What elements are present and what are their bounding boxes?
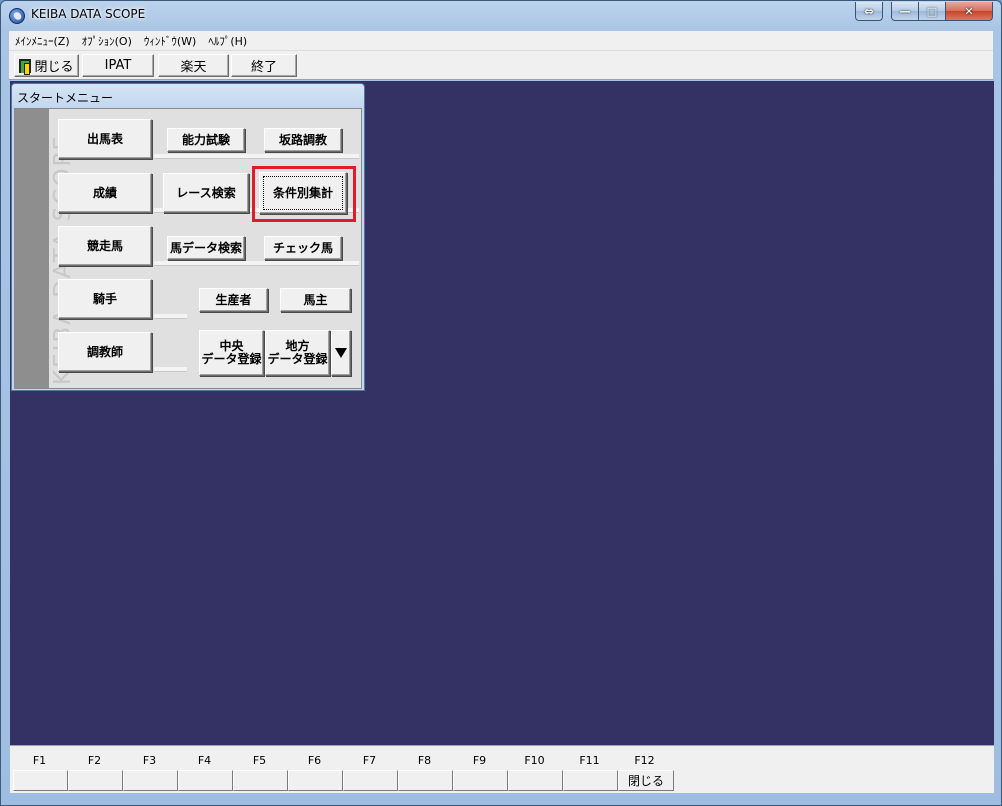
- jokenbetsu-shukei-button[interactable]: 条件別集計: [259, 172, 347, 214]
- menu-window[interactable]: ｳｨﾝﾄﾞｳ(W): [138, 33, 202, 49]
- race-search-button[interactable]: レース検索: [163, 173, 249, 213]
- f3-button[interactable]: [123, 770, 178, 791]
- start-menu-body: KEIBA DATA SCOPE 出馬表 能力試験 坂路調教 成績 レース検索: [14, 108, 362, 389]
- f9-button[interactable]: [453, 770, 508, 791]
- seisansha-button[interactable]: 生産者: [199, 288, 268, 312]
- f4-button[interactable]: [178, 770, 233, 791]
- seiseki-button[interactable]: 成績: [58, 173, 152, 213]
- kishu-button[interactable]: 騎手: [58, 279, 152, 319]
- title-bar[interactable]: KEIBA DATA SCOPE ⇔ — □ ✕: [1, 1, 1001, 31]
- f8-button[interactable]: [398, 770, 453, 791]
- uma-data-search-button[interactable]: 馬データ検索: [167, 236, 245, 260]
- f6-button[interactable]: [288, 770, 343, 791]
- more-dropdown-button[interactable]: [331, 330, 351, 376]
- seiseki-label: 成績: [92, 185, 117, 200]
- f10-button[interactable]: [508, 770, 563, 791]
- menu-help[interactable]: ﾍﾙﾌﾟ(H): [202, 33, 253, 49]
- row3-divider: [154, 261, 359, 266]
- row4-divider: [154, 314, 187, 319]
- hanro-chokyo-button[interactable]: 坂路調教: [264, 128, 342, 152]
- toolbar: 閉じる IPAT 楽天 終了: [9, 51, 993, 80]
- f12-close-button[interactable]: 閉じる: [618, 770, 674, 791]
- close-toolbar-button[interactable]: 閉じる: [14, 54, 79, 77]
- f3-label: F3: [142, 754, 157, 767]
- chiho-data-register-button[interactable]: 地方 データ登録: [265, 330, 330, 376]
- start-menu-title: スタートメニュー: [17, 91, 114, 105]
- f11-label: F11: [579, 754, 600, 767]
- ipat-button[interactable]: IPAT: [82, 54, 154, 77]
- check-horse-button[interactable]: チェック馬: [264, 236, 342, 260]
- kyosoba-label: 競走馬: [86, 238, 123, 253]
- f11-button[interactable]: [563, 770, 618, 791]
- jokenbetsu-shukei-label: 条件別集計: [272, 185, 333, 200]
- f9-label: F9: [472, 754, 487, 767]
- f1-label: F1: [32, 754, 47, 767]
- close-button[interactable]: ✕: [946, 2, 993, 21]
- kishu-label: 騎手: [92, 291, 117, 306]
- seisansha-label: 生産者: [215, 292, 252, 307]
- chuo-data-register-button[interactable]: 中央 データ登録: [199, 330, 264, 376]
- f5-button[interactable]: [233, 770, 288, 791]
- f12-label: F12: [634, 754, 655, 767]
- maximize-icon: □: [926, 4, 938, 18]
- function-key-bar: F1 F2 F3 F4 F5 F6 F7 F8 F9 F10 F11 F12 閉…: [10, 745, 994, 793]
- brand-strip: KEIBA DATA SCOPE: [15, 109, 76, 388]
- uma-data-search-label: 馬データ検索: [169, 240, 242, 255]
- f2-label: F2: [87, 754, 102, 767]
- f8-label: F8: [417, 754, 432, 767]
- f7-button[interactable]: [343, 770, 398, 791]
- f7-label: F7: [362, 754, 377, 767]
- menu-main[interactable]: ﾒｲﾝﾒﾆｭｰ(Z): [9, 33, 76, 49]
- hanro-chokyo-label: 坂路調教: [278, 132, 327, 147]
- rakuten-button[interactable]: 楽天: [158, 54, 229, 77]
- maximize-button[interactable]: □: [919, 2, 946, 21]
- menu-options[interactable]: ｵﾌﾟｼｮﾝ(O): [76, 33, 138, 49]
- check-horse-label: チェック馬: [272, 240, 333, 255]
- app-icon[interactable]: [9, 8, 25, 24]
- caption-buttons: ⇔ — □ ✕: [855, 2, 993, 21]
- chokyoshi-button[interactable]: 調教師: [58, 332, 152, 372]
- triangle-down-icon: [335, 348, 347, 358]
- f4-label: F4: [197, 754, 212, 767]
- close-icon: ✕: [964, 4, 974, 18]
- race-search-label: レース検索: [176, 185, 236, 200]
- shutsubahyo-label: 出馬表: [86, 131, 123, 146]
- noryoku-shiken-label: 能力試験: [181, 132, 230, 147]
- minimize-button[interactable]: —: [891, 2, 919, 21]
- swap-button[interactable]: ⇔: [855, 2, 883, 21]
- minimize-icon: —: [899, 4, 911, 18]
- shutsubahyo-button[interactable]: 出馬表: [58, 119, 152, 159]
- start-menu-window: スタートメニュー KEIBA DATA SCOPE 出馬表 能力試験 坂路調教 …: [11, 83, 365, 391]
- f6-label: F6: [307, 754, 322, 767]
- menu-bar: ﾒｲﾝﾒﾆｭｰ(Z) ｵﾌﾟｼｮﾝ(O) ｳｨﾝﾄﾞｳ(W) ﾍﾙﾌﾟ(H): [9, 31, 993, 51]
- exit-label: 終了: [250, 60, 277, 75]
- ipat-label: IPAT: [104, 58, 132, 73]
- f10-label: F10: [524, 754, 545, 767]
- f2-button[interactable]: [68, 770, 123, 791]
- close-toolbar-label: 閉じる: [34, 60, 74, 75]
- chokyoshi-label: 調教師: [86, 344, 123, 359]
- exit-door-icon: [19, 58, 32, 75]
- banushi-label: 馬主: [303, 292, 328, 307]
- row1-divider: [154, 154, 359, 159]
- banushi-button[interactable]: 馬主: [280, 288, 351, 312]
- row5-divider: [154, 367, 187, 372]
- chuo-line2: データ登録: [201, 352, 262, 366]
- chiho-line2: データ登録: [267, 352, 328, 366]
- f1-button[interactable]: [13, 770, 68, 791]
- rakuten-label: 楽天: [180, 60, 207, 75]
- kyosoba-button[interactable]: 競走馬: [58, 226, 152, 266]
- window-title: KEIBA DATA SCOPE: [31, 7, 146, 21]
- swap-icon: ⇔: [864, 4, 874, 18]
- main-window: KEIBA DATA SCOPE ⇔ — □ ✕ ﾒｲﾝﾒﾆｭｰ(Z) ｵﾌﾟｼ…: [0, 0, 1002, 806]
- window-bottom-frame: [1, 793, 1001, 805]
- noryoku-shiken-button[interactable]: 能力試験: [167, 128, 245, 152]
- exit-button[interactable]: 終了: [231, 54, 297, 77]
- f5-label: F5: [252, 754, 267, 767]
- f12-close-label: 閉じる: [627, 774, 664, 788]
